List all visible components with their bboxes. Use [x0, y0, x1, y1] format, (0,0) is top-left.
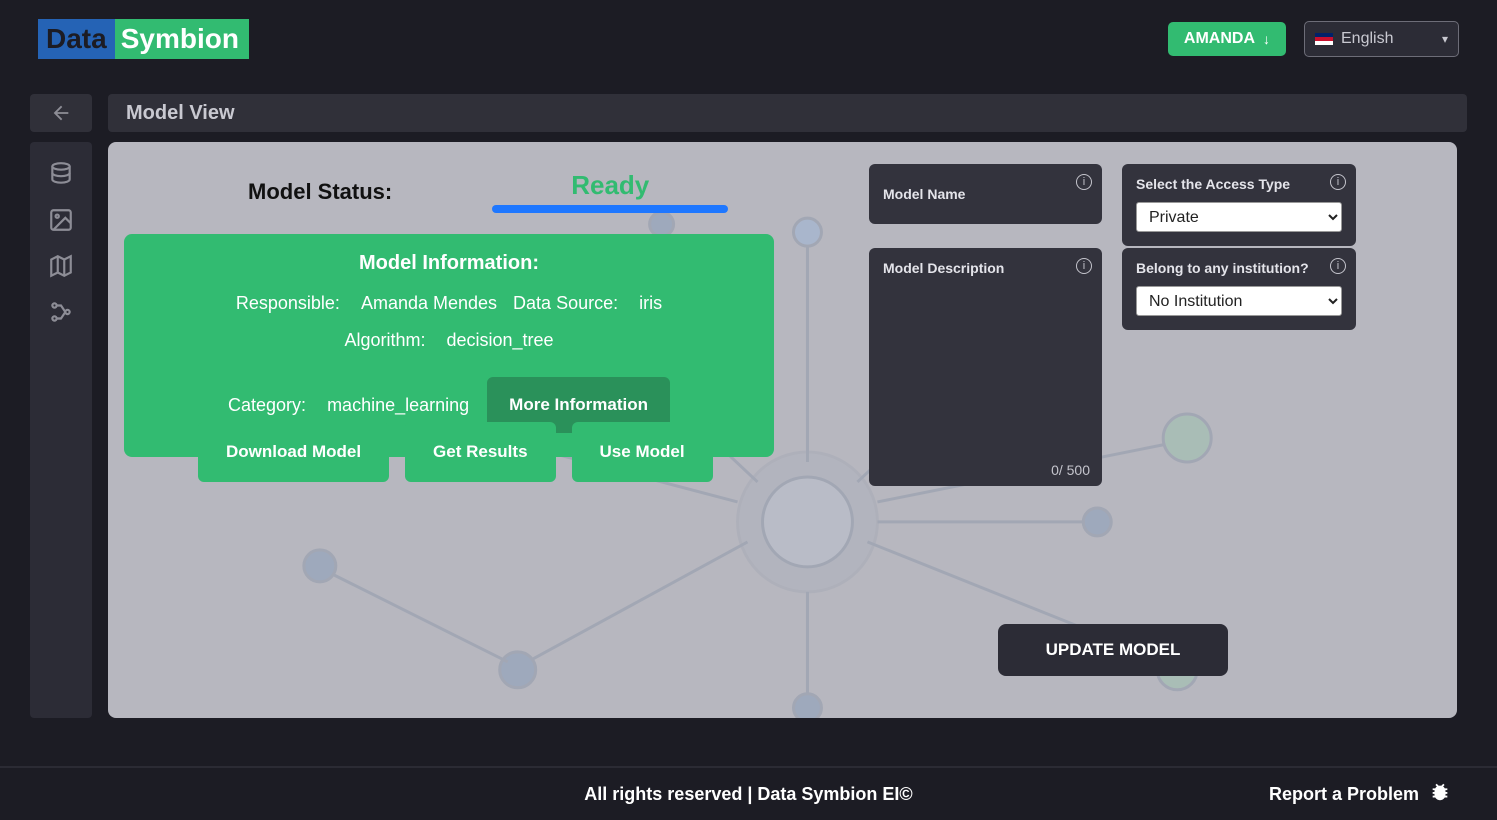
sidebar-item-image[interactable]: [47, 206, 75, 234]
sidebar-item-map[interactable]: [47, 252, 75, 280]
language-label: English: [1341, 30, 1393, 48]
access-type-box: Select the Access Type i Private: [1122, 164, 1356, 246]
model-name-box: Model Name i: [869, 164, 1102, 224]
update-model-button[interactable]: UPDATE MODEL: [998, 624, 1228, 676]
bug-icon: [1429, 781, 1451, 808]
sub-header: Model View: [30, 94, 1467, 132]
datasource-label: Data Source:: [513, 293, 618, 314]
brand-part1: Data: [46, 23, 107, 54]
institution-select[interactable]: No Institution: [1136, 286, 1342, 316]
model-description-label: Model Description: [883, 260, 1004, 276]
algorithm-label: Algorithm:: [344, 330, 425, 351]
report-problem-label: Report a Problem: [1269, 784, 1419, 805]
user-menu-button[interactable]: AMANDA ↓: [1168, 22, 1286, 56]
responsible-value: Amanda Mendes: [361, 293, 497, 314]
top-bar: Data Symbion AMANDA ↓ English ▾: [0, 0, 1497, 78]
get-results-button[interactable]: Get Results: [405, 422, 555, 482]
status-value: Ready: [571, 170, 649, 201]
main-panel: Model Status: Ready Model Information: R…: [108, 142, 1457, 718]
action-row: Download Model Get Results Use Model: [198, 422, 713, 482]
info-card-title: Model Information:: [154, 252, 744, 275]
chevron-down-icon: ↓: [1263, 31, 1270, 47]
model-name-input[interactable]: [883, 201, 1116, 218]
info-icon[interactable]: i: [1076, 258, 1092, 274]
sidebar-item-database[interactable]: [47, 160, 75, 188]
image-icon: [48, 207, 74, 233]
language-selector[interactable]: English ▾: [1304, 21, 1459, 57]
model-description-box: Model Description i 0/ 500: [869, 248, 1102, 486]
algorithm-value: decision_tree: [446, 330, 553, 351]
description-counter: 0/ 500: [1051, 462, 1090, 478]
model-description-input[interactable]: [883, 286, 1088, 456]
category-label: Category:: [228, 395, 306, 416]
flag-icon: [1315, 33, 1333, 45]
status-progress-bar: [492, 205, 728, 213]
category-value: machine_learning: [327, 395, 469, 416]
sidebar: [30, 142, 92, 718]
info-icon[interactable]: i: [1330, 174, 1346, 190]
database-icon: [48, 161, 74, 187]
page-title-bar: Model View: [108, 94, 1467, 132]
info-icon[interactable]: i: [1330, 258, 1346, 274]
user-name-label: AMANDA: [1184, 30, 1255, 48]
use-model-button[interactable]: Use Model: [572, 422, 713, 482]
page-title: Model View: [126, 102, 235, 125]
footer: All rights reserved | Data Symbion EI© R…: [0, 766, 1497, 820]
neural-icon: [48, 299, 74, 325]
arrow-left-icon: [50, 102, 72, 124]
status-label: Model Status:: [248, 179, 392, 205]
brand-logo[interactable]: Data Symbion: [38, 16, 249, 62]
sidebar-item-ai[interactable]: [47, 298, 75, 326]
datasource-value: iris: [639, 293, 662, 314]
info-icon[interactable]: i: [1076, 174, 1092, 190]
back-button[interactable]: [30, 94, 92, 132]
responsible-label: Responsible:: [236, 293, 340, 314]
map-icon: [48, 253, 74, 279]
institution-box: Belong to any institution? i No Institut…: [1122, 248, 1356, 330]
chevron-down-icon: ▾: [1442, 32, 1448, 46]
brand-part2: Symbion: [121, 23, 239, 54]
download-model-button[interactable]: Download Model: [198, 422, 389, 482]
access-type-label: Select the Access Type: [1136, 176, 1290, 192]
status-block: Ready: [492, 170, 728, 213]
status-row: Model Status: Ready: [248, 170, 728, 213]
report-problem-link[interactable]: Report a Problem: [1269, 781, 1451, 808]
footer-copy: All rights reserved | Data Symbion EI©: [584, 784, 912, 805]
institution-label: Belong to any institution?: [1136, 260, 1309, 276]
model-name-label: Model Name: [883, 186, 965, 202]
access-type-select[interactable]: Private: [1136, 202, 1342, 232]
